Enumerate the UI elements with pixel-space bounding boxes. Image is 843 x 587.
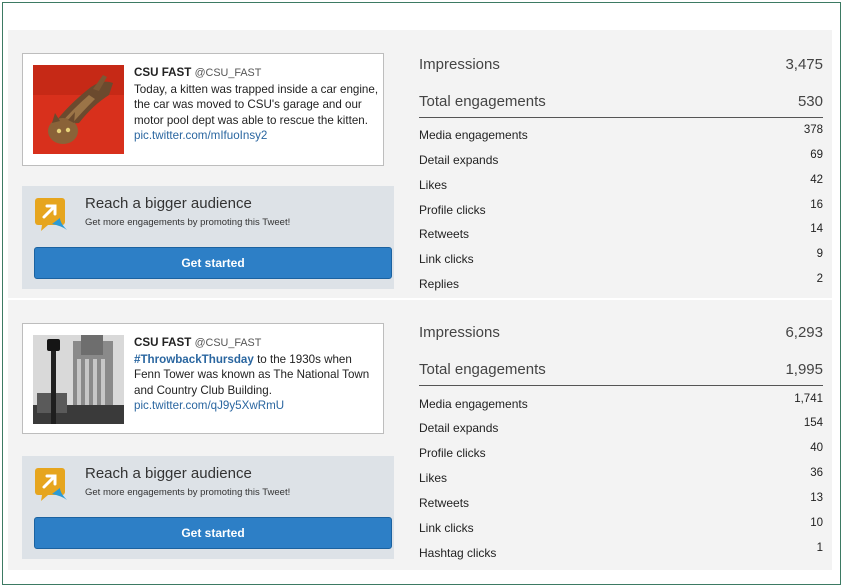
- total-engagements-value: 530: [797, 93, 823, 110]
- tweet-author[interactable]: CSU FAST: [134, 66, 191, 79]
- promote-box: Reach a bigger audience Get more engagem…: [22, 456, 394, 559]
- promo-subtitle: Get more engagements by promoting this T…: [85, 217, 291, 228]
- tweet-link[interactable]: pic.twitter.com/qJ9y5XwRmU: [134, 399, 284, 412]
- metric-label: Likes: [419, 178, 448, 192]
- tweet-card[interactable]: CSU FAST @CSU_FAST #ThrowbackThursday to…: [22, 323, 384, 434]
- impressions-value: 6,293: [785, 324, 823, 341]
- metric-row: Media engagements 378: [419, 124, 823, 142]
- metric-row: Profile clicks 16: [419, 199, 823, 217]
- metric-row: Detail expands 69: [419, 149, 823, 167]
- promote-arrow-icon: [35, 198, 67, 231]
- metric-row: Retweets 14: [419, 223, 823, 241]
- metric-row: Hashtag clicks 1: [419, 542, 823, 560]
- metric-row: Retweets 13: [419, 492, 823, 510]
- metric-value: 378: [803, 124, 823, 136]
- tweet-author[interactable]: CSU FAST: [134, 336, 191, 349]
- metric-row: Likes 36: [419, 467, 823, 485]
- tweet-handle[interactable]: @CSU_FAST: [195, 67, 262, 79]
- metric-label: Replies: [419, 277, 460, 291]
- metric-label: Detail expands: [419, 421, 499, 435]
- tweet-analytics-panel-2: CSU FAST @CSU_FAST #ThrowbackThursday to…: [8, 300, 832, 570]
- metric-label: Media engagements: [419, 397, 528, 411]
- metric-label: Link clicks: [419, 521, 474, 535]
- promo-title: Reach a bigger audience: [85, 465, 252, 482]
- tweet-text: CSU FAST @CSU_FAST Today, a kitten was t…: [134, 65, 379, 144]
- get-started-button[interactable]: Get started: [34, 517, 392, 549]
- stats-column: Impressions 6,293 Total engagements 1,99…: [419, 300, 823, 570]
- get-started-button[interactable]: Get started: [34, 247, 392, 279]
- tweet-card[interactable]: CSU FAST @CSU_FAST Today, a kitten was t…: [22, 53, 384, 166]
- tweet-link[interactable]: pic.twitter.com/mIfuoInsy2: [134, 129, 267, 142]
- promo-subtitle: Get more engagements by promoting this T…: [85, 487, 291, 498]
- metric-row: Replies 2: [419, 273, 823, 291]
- metric-value: 42: [810, 174, 823, 186]
- metric-row: Link clicks 9: [419, 248, 823, 266]
- metric-label: Retweets: [419, 227, 470, 241]
- tweet-image[interactable]: [33, 335, 124, 424]
- analytics-frame: CSU FAST @CSU_FAST Today, a kitten was t…: [2, 2, 841, 585]
- metric-label: Likes: [419, 471, 448, 485]
- total-engagements-value: 1,995: [785, 361, 823, 378]
- divider: [419, 385, 823, 386]
- total-engagements-row: Total engagements 1,995: [419, 361, 823, 378]
- impressions-row: Impressions 3,475: [419, 56, 823, 73]
- stats-column: Impressions 3,475 Total engagements 530 …: [419, 30, 823, 298]
- metric-label: Link clicks: [419, 252, 474, 266]
- metric-value: 1,741: [794, 393, 823, 405]
- total-engagements-row: Total engagements 530: [419, 93, 823, 110]
- metric-row: Likes 42: [419, 174, 823, 192]
- metric-value: 16: [810, 199, 823, 211]
- metric-label: Retweets: [419, 496, 470, 510]
- fenn-tower-photo-icon: [33, 335, 124, 424]
- tweet-image[interactable]: [33, 65, 124, 154]
- metric-value: 14: [810, 223, 823, 235]
- tweet-text: CSU FAST @CSU_FAST #ThrowbackThursday to…: [134, 335, 379, 414]
- metric-label: Profile clicks: [419, 446, 486, 460]
- metric-label: Profile clicks: [419, 203, 486, 217]
- impressions-label: Impressions: [419, 56, 500, 73]
- divider: [419, 117, 823, 118]
- metric-value: 154: [803, 417, 823, 429]
- metric-label: Hashtag clicks: [419, 546, 497, 560]
- metric-row: Profile clicks 40: [419, 442, 823, 460]
- metric-row: Link clicks 10: [419, 517, 823, 535]
- metric-value: 2: [816, 273, 823, 285]
- impressions-row: Impressions 6,293: [419, 324, 823, 341]
- tweet-body: Today, a kitten was trapped inside a car…: [134, 82, 379, 127]
- tweet-analytics-panel-1: CSU FAST @CSU_FAST Today, a kitten was t…: [8, 30, 832, 298]
- promote-arrow-icon: [35, 468, 67, 501]
- metric-row: Detail expands 154: [419, 417, 823, 435]
- impressions-value: 3,475: [785, 56, 823, 73]
- metric-label: Media engagements: [419, 128, 528, 142]
- promote-box: Reach a bigger audience Get more engagem…: [22, 186, 394, 289]
- total-engagements-label: Total engagements: [419, 93, 546, 110]
- tweet-hashtag[interactable]: #ThrowbackThursday: [134, 353, 254, 366]
- metric-value: 10: [810, 517, 823, 529]
- tweet-handle[interactable]: @CSU_FAST: [195, 337, 262, 349]
- metric-row: Media engagements 1,741: [419, 393, 823, 411]
- metric-value: 13: [810, 492, 823, 504]
- kitten-photo-icon: [33, 65, 124, 154]
- metric-value: 36: [810, 467, 823, 479]
- metric-value: 69: [810, 149, 823, 161]
- promo-title: Reach a bigger audience: [85, 195, 252, 212]
- metric-value: 9: [816, 248, 823, 260]
- impressions-label: Impressions: [419, 324, 500, 341]
- metric-value: 1: [816, 542, 823, 554]
- total-engagements-label: Total engagements: [419, 361, 546, 378]
- metric-label: Detail expands: [419, 153, 499, 167]
- metric-value: 40: [810, 442, 823, 454]
